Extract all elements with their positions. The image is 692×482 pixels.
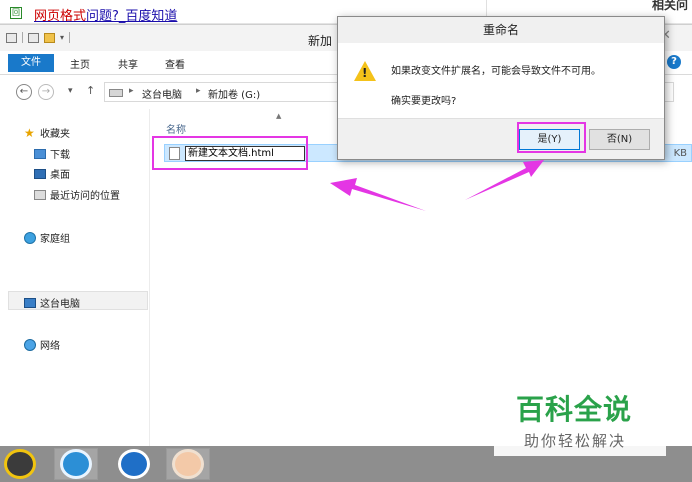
search-box-edge[interactable] — [664, 82, 674, 102]
sidebar-item-network[interactable]: 网络 — [24, 337, 60, 352]
up-arrow-icon[interactable]: ↑ — [86, 84, 95, 97]
chevron-down-icon[interactable]: ▾ — [60, 33, 64, 42]
watermark: 百科全说 助你轻松解决 — [494, 388, 666, 456]
tab-file[interactable]: 文件 — [8, 54, 54, 72]
quick-access-toolbar: ▾ — [6, 32, 71, 43]
dialog-question: 确实要更改吗? — [391, 96, 457, 107]
rename-dialog: 重命名 ! 如果改变文件扩展名，可能会导致文件不可用。 确实要更改吗? 是(Y)… — [337, 16, 665, 160]
related-title: 相关问 — [651, 0, 688, 12]
desktop-icon — [34, 168, 46, 179]
breadcrumb-this-pc[interactable]: 这台电脑 — [142, 86, 182, 101]
sort-caret-icon: ▲ — [276, 112, 282, 120]
help-icon[interactable]: ? — [667, 55, 681, 69]
baidu-zhidao-link[interactable]: 网页格式问题?_百度知道 — [34, 5, 177, 24]
yes-highlight-box — [517, 122, 586, 153]
tab-share[interactable]: 共享 — [118, 56, 138, 71]
tab-home[interactable]: 主页 — [70, 56, 90, 71]
tab-view[interactable]: 查看 — [165, 56, 185, 71]
browser-app-icon[interactable] — [60, 449, 92, 479]
window-title: 新加 — [308, 34, 333, 48]
downloads-folder-icon — [34, 148, 46, 159]
sidebar-item-favorites[interactable]: ★ 收藏夹 — [24, 125, 70, 141]
toolbar-separator — [22, 32, 23, 43]
watermark-slogan: 助你轻松解决 — [524, 432, 627, 450]
back-arrow-icon[interactable]: ← — [16, 84, 32, 100]
sidebar-item-label: 最近访问的位置 — [50, 191, 120, 202]
no-button[interactable]: 否(N) — [589, 129, 650, 150]
address-bar[interactable]: ▸ 这台电脑 ▸ 新加卷 (G:) — [104, 82, 338, 102]
avatar-app-icon[interactable] — [172, 449, 204, 479]
pc-drive-icon — [109, 89, 123, 97]
warning-exclamation-icon: ! — [362, 66, 368, 80]
drive-icon[interactable] — [6, 32, 17, 43]
computer-icon — [24, 297, 36, 308]
music-app-icon[interactable] — [4, 449, 36, 479]
dialog-footer: 是(Y) 否(N) — [338, 118, 664, 159]
sidebar-item-label: 家庭组 — [40, 234, 70, 245]
toolbar-separator — [69, 32, 71, 43]
navigation-pane: ★ 收藏夹 下载 桌面 最近访问的位置 家庭组 这台电脑 网络 — [0, 109, 150, 447]
sidebar-item-label: 这台电脑 — [40, 299, 80, 310]
sidebar-item-desktop[interactable]: 桌面 — [34, 166, 70, 181]
dialog-title: 重命名 — [338, 17, 664, 43]
star-icon: ★ — [24, 125, 35, 140]
recent-places-icon — [34, 189, 46, 200]
link-rest: 问题?_百度知道 — [86, 9, 178, 24]
watermark-brand: 百科全说 — [516, 393, 633, 426]
column-header-name[interactable]: 名称 — [166, 121, 186, 136]
dialog-message: 如果改变文件扩展名，可能会导致文件不可用。 — [391, 66, 601, 77]
sidebar-item-homegroup[interactable]: 家庭组 — [24, 230, 70, 245]
homegroup-icon — [24, 231, 36, 244]
sidebar-item-label: 下载 — [50, 150, 70, 161]
file-size-suffix: KB — [673, 148, 687, 159]
sidebar-item-label: 桌面 — [50, 170, 70, 181]
sogou-app-icon[interactable] — [118, 449, 150, 479]
sidebar-item-recent[interactable]: 最近访问的位置 — [34, 187, 120, 202]
new-folder-icon[interactable] — [44, 32, 55, 43]
breadcrumb-separator-icon[interactable]: ▸ — [129, 86, 134, 96]
forward-arrow-icon[interactable]: → — [38, 84, 54, 100]
recent-locations-chevron-icon[interactable]: ▾ — [68, 86, 73, 96]
sidebar-item-label: 收藏夹 — [40, 129, 70, 140]
network-icon — [24, 338, 36, 351]
properties-icon[interactable] — [28, 32, 39, 43]
breadcrumb-drive-g[interactable]: 新加卷 (G:) — [208, 86, 260, 101]
sidebar-item-downloads[interactable]: 下载 — [34, 146, 70, 161]
file-highlight-box — [152, 136, 308, 170]
favicon-icon: 回 — [10, 7, 22, 19]
breadcrumb-separator-icon[interactable]: ▸ — [196, 86, 201, 96]
link-keyword: 网页格式 — [34, 9, 87, 24]
sidebar-item-label: 网络 — [40, 341, 60, 352]
sidebar-item-this-pc[interactable]: 这台电脑 — [24, 295, 80, 310]
